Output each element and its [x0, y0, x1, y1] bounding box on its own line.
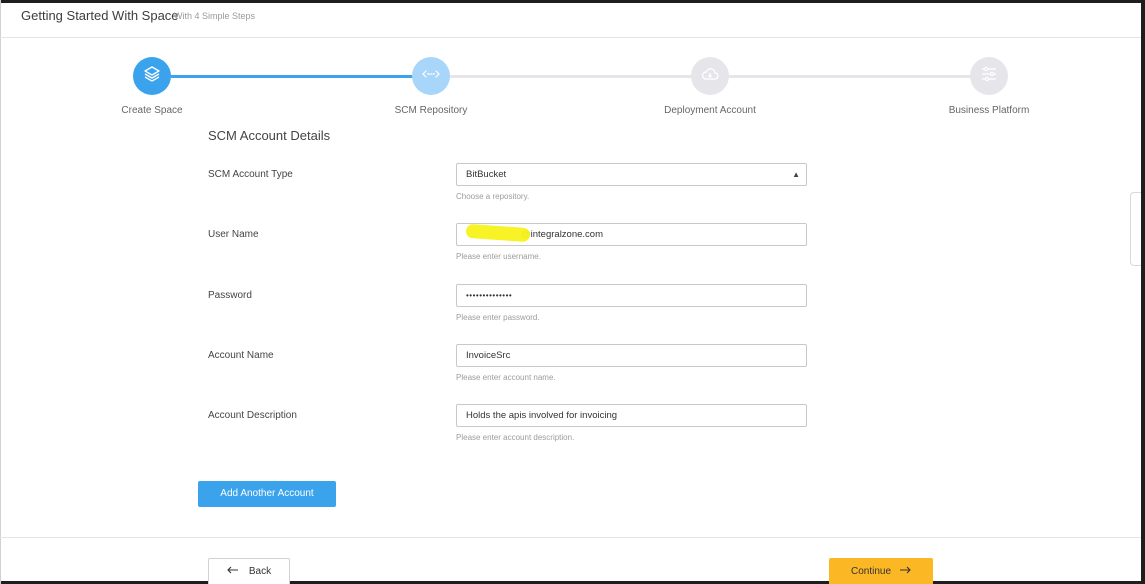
- step-label-business-platform: Business Platform: [948, 105, 1030, 116]
- account-type-select[interactable]: BitBucket ▲: [456, 163, 807, 186]
- account-type-value: BitBucket: [466, 169, 507, 180]
- window-right-border: [1141, 0, 1145, 584]
- account-type-label: SCM Account Type: [208, 169, 293, 180]
- user-name-value: @integralzone.com: [521, 229, 603, 240]
- account-description-value: Holds the apis involved for invoicing: [466, 410, 618, 421]
- continue-button[interactable]: Continue: [829, 558, 933, 584]
- code-arrows-icon: [422, 67, 440, 85]
- select-arrows-icon: ▲: [792, 170, 800, 179]
- account-name-help: Please enter account name.: [456, 373, 556, 382]
- account-description-input[interactable]: Holds the apis involved for invoicing: [456, 404, 807, 427]
- footer-divider: [0, 537, 1141, 538]
- back-button[interactable]: Back: [208, 558, 290, 584]
- cloud-icon: [701, 67, 719, 86]
- side-panel-handle[interactable]: [1130, 192, 1141, 266]
- account-name-value: InvoiceSrc: [466, 350, 511, 361]
- step-create-space[interactable]: [133, 57, 171, 95]
- continue-button-label: Continue: [850, 565, 892, 577]
- step-label-deployment-account: Deployment Account: [664, 105, 756, 116]
- user-name-help: Please enter username.: [456, 252, 541, 261]
- password-value: ••••••••••••••: [466, 291, 513, 300]
- stepper-track-complete: [171, 75, 414, 78]
- account-name-label: Account Name: [208, 350, 274, 361]
- step-deployment-account[interactable]: [691, 57, 729, 95]
- page-header: Getting Started With Space With 4 Simple…: [0, 3, 1141, 38]
- layers-icon: [143, 65, 161, 88]
- step-label-create-space: Create Space: [121, 105, 183, 116]
- step-label-scm-repository: SCM Repository: [394, 105, 468, 116]
- page-title: Getting Started With Space: [21, 8, 179, 23]
- account-description-label: Account Description: [208, 410, 297, 421]
- arrow-right-icon: [899, 566, 911, 577]
- section-title: SCM Account Details: [208, 128, 331, 143]
- page-subtitle: With 4 Simple Steps: [174, 11, 256, 21]
- user-name-label: User Name: [208, 229, 259, 240]
- step-business-platform[interactable]: [970, 57, 1008, 95]
- account-name-input[interactable]: InvoiceSrc: [456, 344, 807, 367]
- add-another-account-button[interactable]: Add Another Account: [198, 481, 336, 507]
- progress-stepper: Create Space SCM Repository Deployment A…: [0, 38, 1141, 128]
- password-input[interactable]: ••••••••••••••: [456, 284, 807, 307]
- step-scm-repository[interactable]: [412, 57, 450, 95]
- account-description-help: Please enter account description.: [456, 433, 575, 442]
- password-help: Please enter password.: [456, 313, 540, 322]
- back-button-label: Back: [248, 566, 272, 577]
- account-type-help: Choose a repository.: [456, 192, 530, 201]
- sliders-icon: [980, 66, 998, 87]
- password-label: Password: [208, 290, 252, 301]
- arrow-left-icon: [227, 566, 239, 577]
